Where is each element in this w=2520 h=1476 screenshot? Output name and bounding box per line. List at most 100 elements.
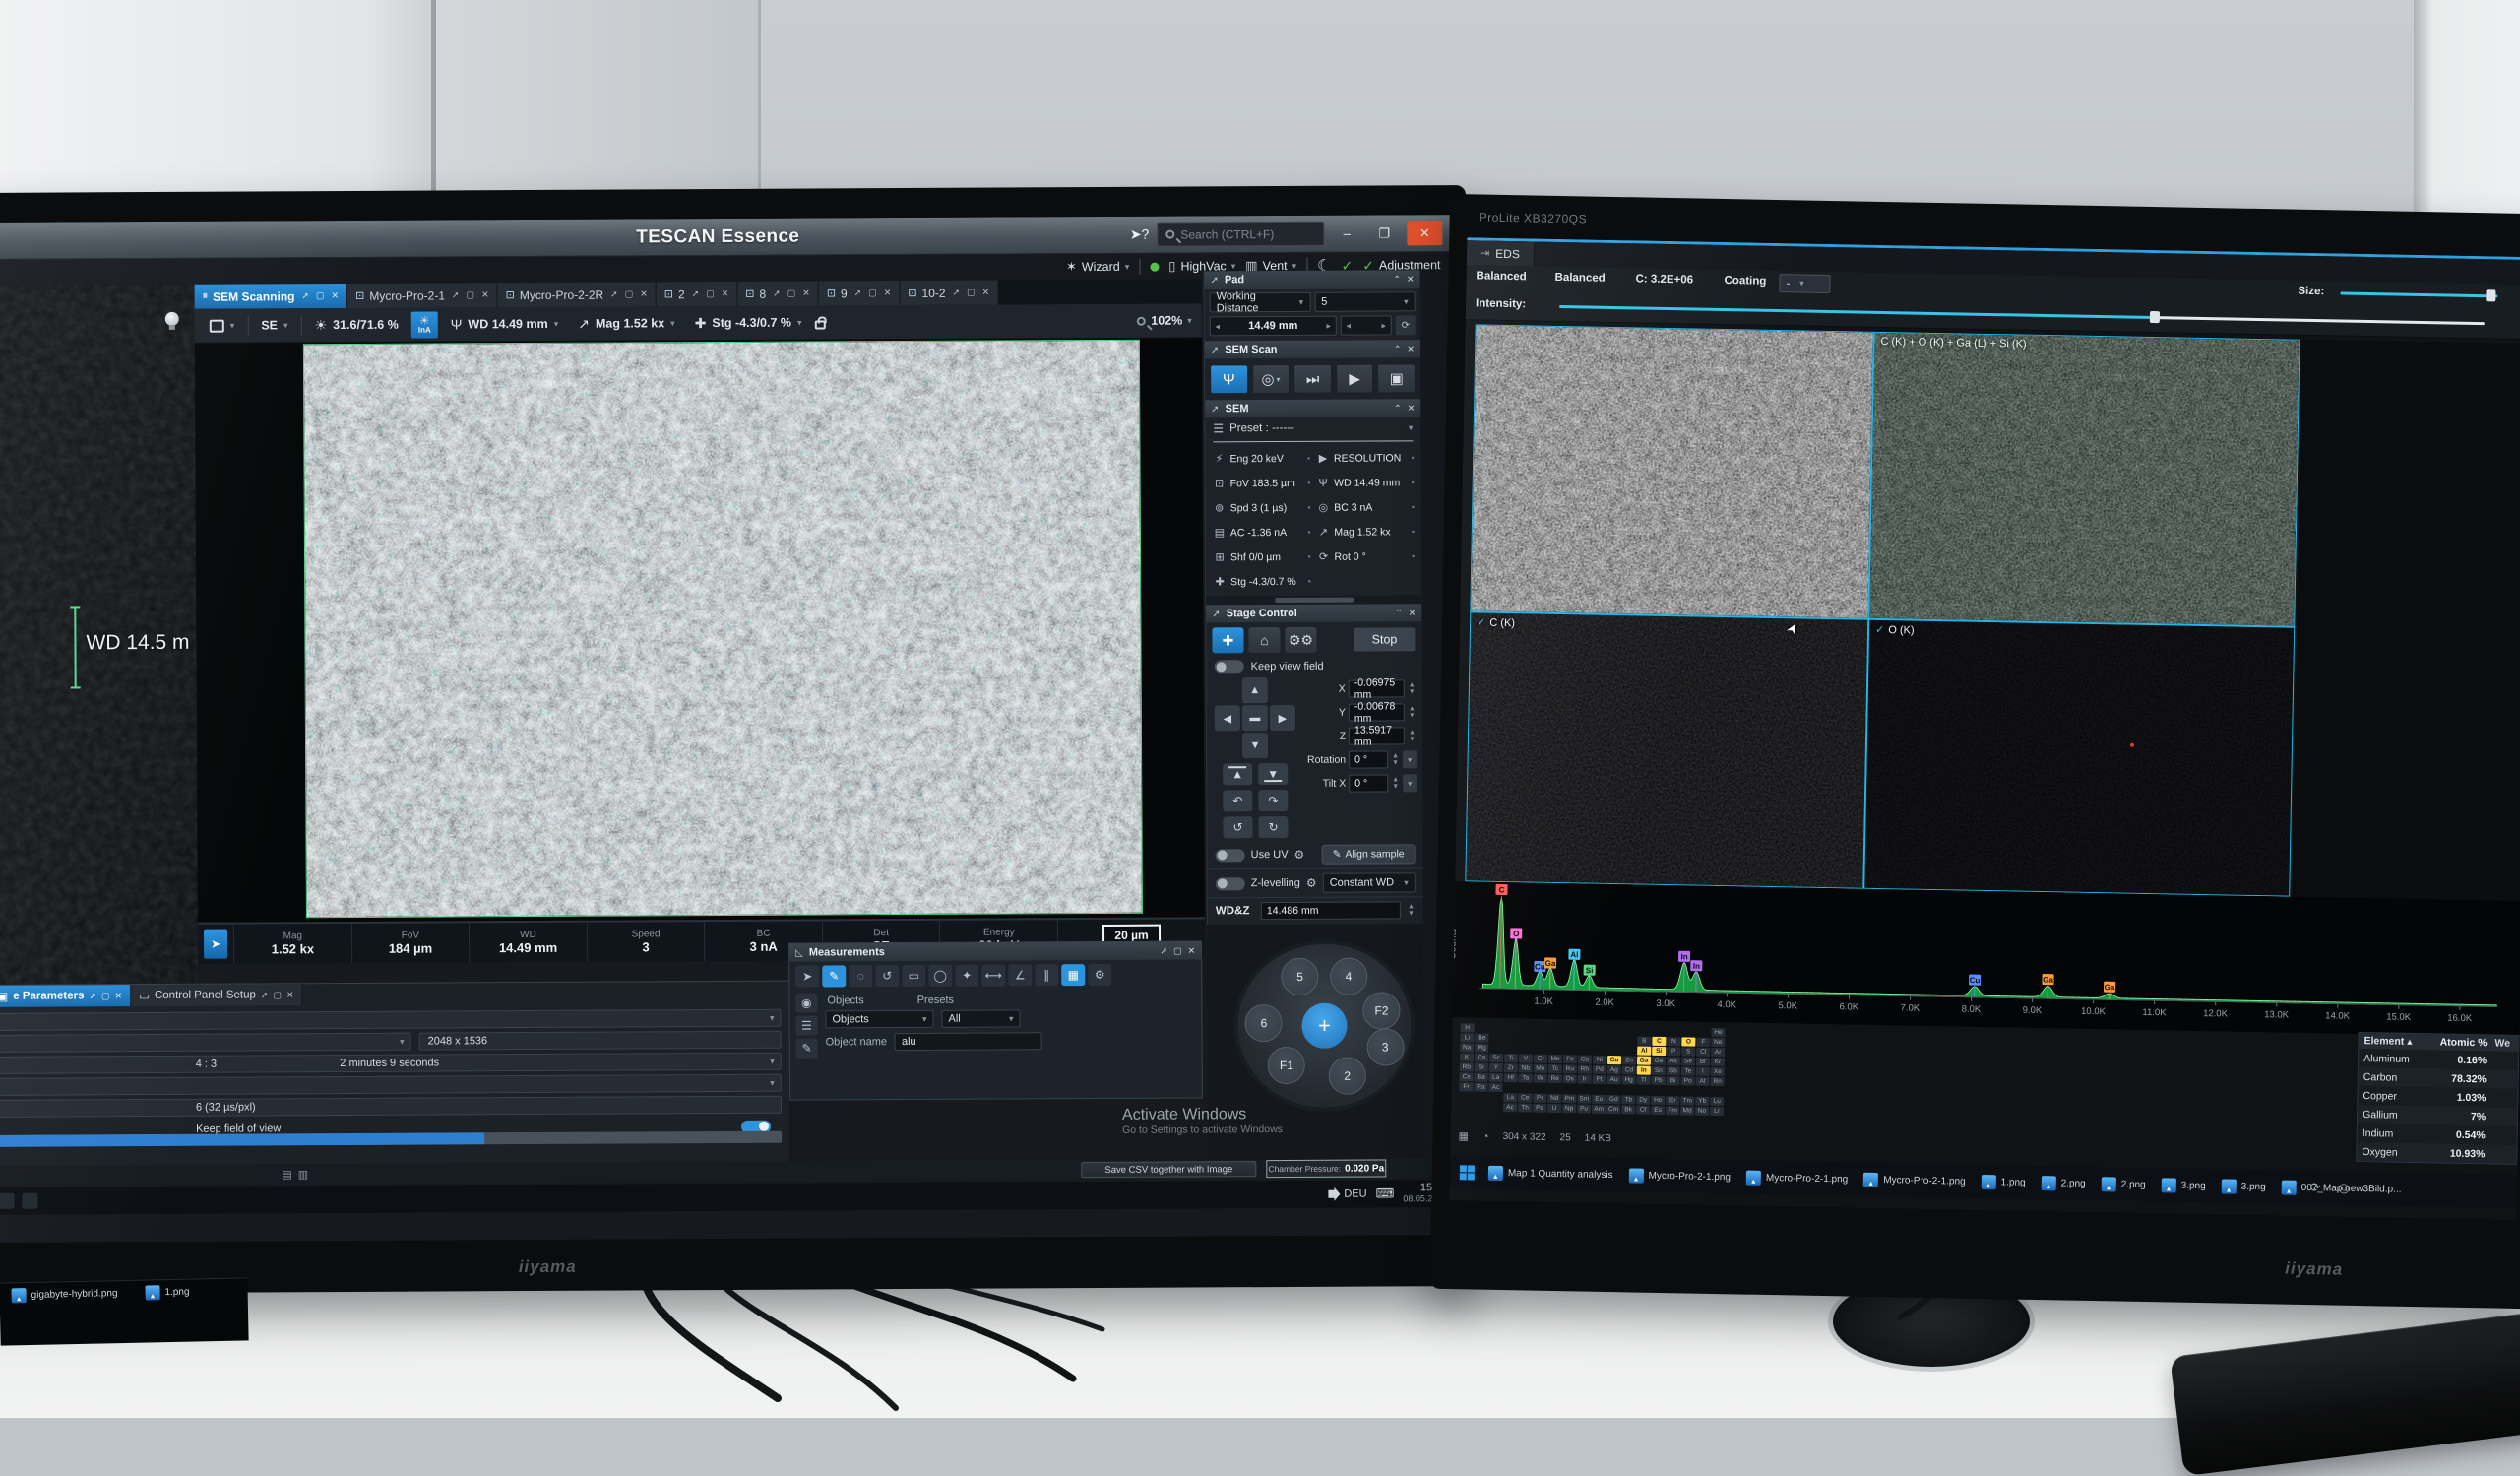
periodic-element-cell[interactable]: Rn — [1711, 1077, 1725, 1086]
periodic-element-cell[interactable]: Se — [1681, 1057, 1695, 1065]
periodic-element-cell[interactable]: Ra — [1474, 1083, 1487, 1092]
periodic-element-cell[interactable]: Pm — [1562, 1094, 1576, 1103]
taskbar-item[interactable]: ▴Mycro-Pro-2-1.png — [1863, 1172, 1966, 1188]
periodic-element-cell[interactable]: Kr — [1711, 1058, 1725, 1066]
list-icon[interactable]: ☰ — [795, 1015, 817, 1035]
maximize-icon[interactable]: ▢ — [1173, 945, 1182, 956]
pin-icon[interactable]: ➚ — [1211, 345, 1219, 355]
periodic-element-cell[interactable]: Rh — [1578, 1064, 1592, 1073]
periodic-element-cell[interactable]: Cm — [1606, 1105, 1620, 1114]
people-icon[interactable]: ◎ — [2338, 1181, 2350, 1196]
periodic-element-cell[interactable]: Os — [1563, 1074, 1577, 1083]
lock-icon[interactable] — [815, 320, 826, 329]
help-cursor-icon[interactable]: ➤? — [1130, 226, 1150, 243]
periodic-element-cell[interactable]: V — [1519, 1054, 1533, 1062]
periodic-element-cell[interactable]: Tb — [1621, 1095, 1635, 1104]
tab-image-parameters[interactable]: ▣ e Parameters ➚▢✕ — [0, 985, 131, 1007]
periodic-element-cell[interactable]: B — [1637, 1037, 1651, 1046]
maximize-icon[interactable]: ▢ — [788, 289, 796, 299]
close-icon[interactable]: ✕ — [640, 289, 648, 299]
periodic-element-cell[interactable]: Al — [1637, 1047, 1651, 1056]
collapse-icon[interactable]: ⌃ — [1394, 344, 1402, 354]
sem-param[interactable]: ΨWD 14.49 mm▪ — [1313, 470, 1418, 495]
periodic-element-cell[interactable]: Bi — [1667, 1076, 1680, 1085]
eye-icon[interactable]: ◉ — [795, 993, 817, 1012]
dwell-field[interactable]: 6 (32 µs/pxl) — [0, 1096, 782, 1118]
periodic-element-cell[interactable]: O — [1681, 1037, 1695, 1046]
sem-image[interactable] — [303, 340, 1143, 918]
collapse-icon[interactable]: ⌃ — [1395, 608, 1403, 618]
acquire-image-button[interactable]: ▣ — [1377, 363, 1416, 393]
pin-icon[interactable]: ➚ — [261, 990, 269, 1000]
close-icon[interactable]: ✕ — [1407, 274, 1415, 285]
periodic-element-cell[interactable]: Lu — [1710, 1097, 1724, 1106]
stage-navigation-wheel[interactable]: + 54F232F16 — [1237, 943, 1412, 1108]
pin-icon[interactable]: ➚ — [773, 289, 781, 299]
document-tab[interactable]: ⊡Mycro-Pro-2-2R➚▢✕ — [498, 282, 657, 307]
stage-preset-button[interactable]: F1 — [1268, 1047, 1305, 1084]
taskbar-item[interactable]: ▴Mycro-Pro-2-1.png — [1628, 1168, 1731, 1185]
gear-icon[interactable]: ⚙ — [1088, 964, 1111, 986]
eds-spectrum-chart[interactable]: COCuGaAlSiInInCuGaGa1.0K2.0K3.0K4.0K5.0K… — [1453, 881, 2520, 1037]
mixed-map-quadrant[interactable]: C (K) + O (K) + Ga (L) + Si (K) — [1869, 333, 2299, 626]
y-position-field[interactable]: -0.00678 mm — [1349, 703, 1405, 721]
speaker-icon[interactable] — [1328, 1190, 1335, 1198]
pencil-icon[interactable]: ✎ — [822, 965, 846, 987]
maximize-button[interactable]: ❐ — [1369, 221, 1399, 245]
periodic-element-cell[interactable]: Br — [1696, 1058, 1710, 1066]
periodic-element-cell[interactable]: Na — [1460, 1043, 1474, 1052]
maximize-icon[interactable]: ▢ — [706, 289, 715, 299]
pad-mode-select[interactable]: Working Distance▾ — [1210, 292, 1311, 313]
search-input[interactable]: Search (CTRL+F) — [1157, 222, 1324, 247]
periodic-element-cell[interactable]: As — [1667, 1057, 1680, 1065]
taskbar-item[interactable]: ▴2.png — [2102, 1177, 2146, 1192]
zoom-level[interactable]: 102%▾ — [1137, 313, 1192, 327]
close-icon[interactable]: ✕ — [332, 290, 340, 301]
periodic-element-cell[interactable]: Pu — [1577, 1104, 1591, 1113]
periodic-element-cell[interactable]: Sm — [1577, 1094, 1591, 1103]
gear-icon[interactable]: ⚙ — [1306, 876, 1317, 890]
close-icon[interactable]: ✕ — [982, 288, 990, 298]
periodic-element-cell[interactable]: Bk — [1621, 1105, 1635, 1114]
align-sample-button[interactable]: ✎Align sample — [1322, 844, 1416, 864]
taskbar-item[interactable]: ▴3.png — [2222, 1179, 2266, 1194]
periodic-element-cell[interactable]: Cs — [1460, 1072, 1474, 1081]
periodic-element-cell[interactable]: Ac — [1503, 1103, 1517, 1112]
sem-param[interactable]: ⟳Rot 0 °▪ — [1313, 544, 1418, 569]
periodic-element-cell[interactable]: Ti — [1504, 1054, 1518, 1062]
periodic-element-cell[interactable]: Ge — [1652, 1057, 1666, 1065]
check-icon[interactable]: ✓ — [1875, 624, 1884, 636]
frame-select-button[interactable]: ▾ — [203, 312, 242, 339]
periodic-element-cell[interactable]: Np — [1562, 1104, 1576, 1113]
periodic-element-cell[interactable]: Ca — [1475, 1054, 1488, 1062]
periodic-element-cell[interactable]: Fm — [1666, 1106, 1679, 1115]
rotation-field[interactable]: 0 ° — [1349, 750, 1388, 768]
angle-icon[interactable]: ∠ — [1008, 964, 1032, 986]
periodic-element-cell[interactable]: He — [1711, 1028, 1725, 1037]
pin-icon[interactable]: ➚ — [1211, 404, 1219, 415]
sync-icon[interactable]: ⟳ — [2309, 1180, 2320, 1195]
periodic-element-cell[interactable]: Y — [1489, 1063, 1503, 1072]
keep-view-field-toggle[interactable] — [1215, 660, 1244, 673]
pen-icon[interactable]: ✎ — [796, 1038, 818, 1058]
balanced-mode[interactable]: Balanced — [1476, 270, 1526, 283]
periodic-element-cell[interactable]: Pr — [1533, 1094, 1546, 1103]
size-slider[interactable] — [2340, 291, 2497, 297]
sem-param[interactable]: ◎BC 3 nA▪ — [1313, 494, 1418, 520]
header-atomic[interactable]: Atomic % — [2429, 1036, 2487, 1049]
keyboard-icon[interactable]: ⌨ — [1376, 1186, 1395, 1201]
z-position-field[interactable]: 13.5917 mm — [1349, 727, 1405, 744]
rectangle-icon[interactable]: ▭ — [902, 965, 925, 987]
document-tab[interactable]: ⊡9➚▢✕ — [819, 281, 901, 305]
periodic-element-cell[interactable]: Sn — [1652, 1066, 1666, 1075]
periodic-element-cell[interactable]: Ho — [1651, 1096, 1665, 1105]
periodic-element-cell[interactable]: Pb — [1652, 1076, 1666, 1085]
sem-param[interactable]: ⊡FoV 183.5 µm▪ — [1210, 471, 1314, 496]
periodic-element-cell[interactable]: Zn — [1622, 1056, 1636, 1064]
coating-select[interactable]: -▾ — [1779, 274, 1830, 293]
close-icon[interactable]: ✕ — [1407, 344, 1415, 354]
sem-param[interactable]: ⚡Eng 20 keV▪ — [1209, 446, 1313, 472]
periodic-element-cell[interactable]: At — [1696, 1077, 1710, 1086]
periodic-element-cell[interactable]: Re — [1548, 1074, 1562, 1083]
use-uv-toggle[interactable] — [1216, 849, 1245, 862]
